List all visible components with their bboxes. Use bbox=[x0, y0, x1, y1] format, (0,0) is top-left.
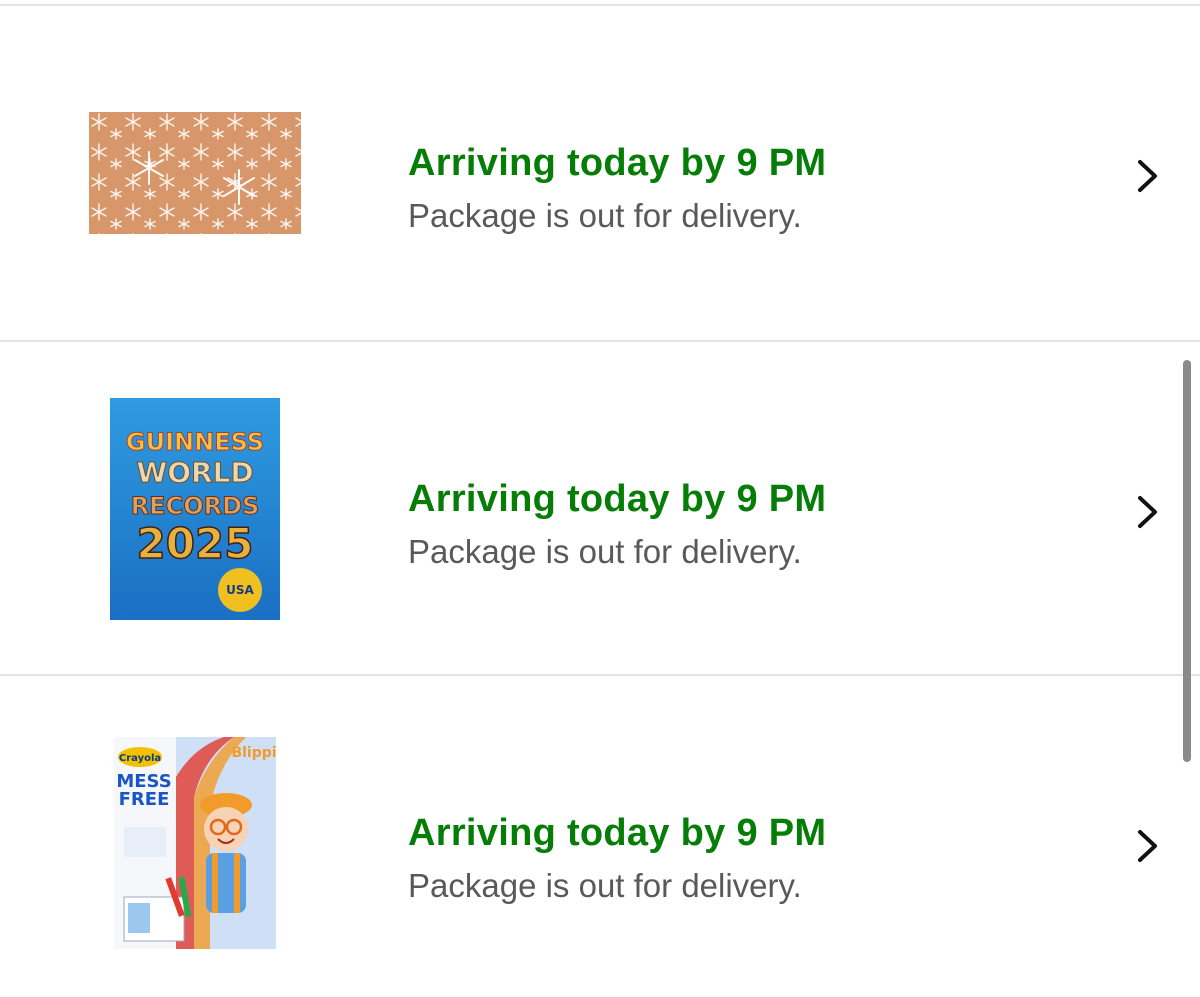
svg-text:WORLD: WORLD bbox=[136, 456, 253, 489]
order-row[interactable]: Arriving today by 9 PM Package is out fo… bbox=[0, 6, 1200, 340]
order-row[interactable]: Crayola MESS FREE Blippi Arriving today … bbox=[0, 674, 1200, 997]
svg-text:Crayola: Crayola bbox=[119, 753, 161, 764]
svg-text:RECORDS: RECORDS bbox=[131, 492, 260, 520]
delivery-status: Arriving today by 9 PM Package is out fo… bbox=[408, 476, 826, 572]
svg-text:USA: USA bbox=[226, 583, 254, 597]
product-thumbnail[interactable]: Crayola MESS FREE Blippi bbox=[80, 728, 310, 958]
svg-text:GUINNESS: GUINNESS bbox=[126, 428, 264, 456]
delivery-status: Arriving today by 9 PM Package is out fo… bbox=[408, 810, 826, 906]
status-subtitle: Package is out for delivery. bbox=[408, 867, 802, 904]
product-thumbnail[interactable]: GUINNESS WORLD RECORDS 2025 USA bbox=[80, 394, 310, 624]
svg-text:Blippi: Blippi bbox=[231, 745, 276, 761]
status-title: Arriving today by 9 PM bbox=[408, 812, 827, 854]
scrollbar[interactable] bbox=[1183, 360, 1191, 762]
product-thumbnail[interactable] bbox=[80, 58, 310, 288]
status-subtitle: Package is out for delivery. bbox=[408, 533, 802, 570]
status-title: Arriving today by 9 PM bbox=[408, 142, 827, 184]
status-subtitle: Package is out for delivery. bbox=[408, 197, 802, 234]
chevron-right-icon[interactable] bbox=[1128, 156, 1168, 196]
order-row[interactable]: GUINNESS WORLD RECORDS 2025 USA Arriving… bbox=[0, 340, 1200, 674]
chevron-right-icon[interactable] bbox=[1128, 492, 1168, 532]
status-title: Arriving today by 9 PM bbox=[408, 478, 827, 520]
delivery-status: Arriving today by 9 PM Package is out fo… bbox=[408, 140, 826, 236]
order-list: Arriving today by 9 PM Package is out fo… bbox=[0, 6, 1200, 997]
orders-page: Arriving today by 9 PM Package is out fo… bbox=[0, 0, 1200, 997]
chevron-right-icon[interactable] bbox=[1128, 826, 1168, 866]
svg-text:FREE: FREE bbox=[119, 789, 170, 810]
guinness-world-records-book-image: GUINNESS WORLD RECORDS 2025 USA bbox=[110, 398, 280, 620]
crayola-blippi-coloring-book-image: Crayola MESS FREE Blippi bbox=[114, 737, 276, 949]
svg-text:2025: 2025 bbox=[137, 519, 254, 568]
snowflake-doormat-image bbox=[89, 112, 301, 234]
